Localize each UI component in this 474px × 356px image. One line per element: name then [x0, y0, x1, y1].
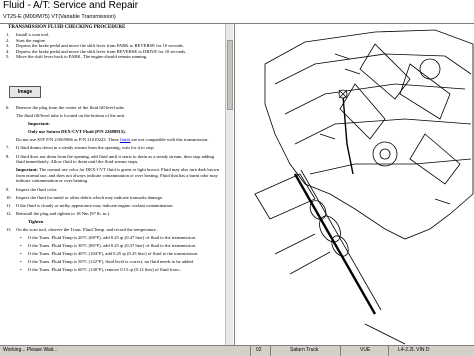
housing-ridge — [294, 118, 472, 145]
note-text: The fluid fill/level tube is located on … — [16, 113, 126, 119]
steps-list: 1. Install a scan tool. 2. Start the engin… — [6, 32, 221, 60]
scrollbar-thumb[interactable] — [227, 40, 233, 110]
list-item: 9. Inspect the fluid color. — [6, 186, 58, 192]
driveshaft-edge — [300, 169, 382, 311]
bolt-circle — [419, 58, 441, 80]
window-subtitle: VT25-E (M00/M75) VT(Variable Transmissio… — [3, 14, 116, 20]
gear-block — [399, 63, 451, 120]
status-bar: Working... Please Wait... 02 Saturn Truc… — [0, 345, 474, 356]
status-year: 02 — [256, 347, 262, 353]
list-item: 6. Remove the plug from the center of the… — [6, 105, 126, 110]
list-item: • If the Trans. Fluid Temp is 60°C (140°F… — [20, 267, 183, 273]
driveshaft — [293, 173, 377, 315]
list-item: 12. Reinstall the plug and tighten to 18 … — [6, 210, 111, 216]
status-engine: L4-2.2L VIN D — [398, 347, 430, 353]
procedure-body: 6. Remove the plug from the center of the… — [6, 105, 221, 276]
content-area: TRANSMISSION FLUID CHECKING PROCEDURE 1.… — [0, 23, 474, 346]
status-make: Saturn Truck — [290, 347, 319, 353]
important-label: Important: — [28, 121, 50, 127]
list-item: 11. If the fluid is cloudy or milky appea… — [6, 202, 174, 208]
housing-ridge — [284, 83, 466, 115]
tighten-label: Tighten — [28, 218, 44, 224]
gear-block — [409, 133, 461, 185]
image-button[interactable]: Image — [9, 86, 41, 98]
bolt-circle — [379, 148, 391, 160]
scrollbar[interactable] — [225, 24, 233, 346]
detail-lines — [319, 53, 451, 205]
subtitle-bar: VT25-E (M00/M75) VT(Variable Transmissio… — [0, 14, 474, 23]
diagram-pane — [234, 24, 474, 346]
title-bar: Fluid - A/T: Service and Repair — [0, 0, 474, 14]
window-title: Fluid - A/T: Service and Repair — [3, 0, 139, 11]
detail-lines — [364, 323, 406, 345]
bolt-circle — [372, 141, 398, 167]
important-text-2: Do not use ATF P/N 21005966 or P/N 21019… — [16, 137, 209, 143]
list-item: 8. If fluid does not drain from the openi… — [6, 153, 215, 165]
procedure-pane[interactable]: TRANSMISSION FLUID CHECKING PROCEDURE 1.… — [0, 24, 233, 346]
list-item: 10. Inspect the fluid for metal or other … — [6, 194, 164, 200]
housing-ridge — [274, 53, 472, 85]
gear-block — [359, 43, 411, 100]
fluids-link[interactable]: fluids — [120, 137, 130, 142]
status-text: Working... Please Wait... — [3, 347, 58, 353]
list-item: 13. On the scan tool, observe the Trans. … — [6, 227, 157, 232]
fill-tube — [342, 95, 354, 175]
list-item: • If the Trans. Fluid Temp is 30°C (86°F)… — [20, 243, 197, 249]
procedure-heading: TRANSMISSION FLUID CHECKING PROCEDURE — [8, 25, 126, 30]
mount-bracket — [254, 173, 316, 220]
important-text: Only use Saturn DEX-CVT Fluid (P/N 22688… — [28, 129, 126, 135]
status-model: VUE — [360, 347, 371, 353]
detail-lines — [274, 233, 331, 275]
housing-ridge — [309, 158, 472, 175]
important-note: Important: The normal use color for DEX-… — [16, 167, 220, 184]
list-item: • If the Trans. Fluid Temp is 50°C (122°F… — [20, 259, 194, 265]
transmission-diagram — [254, 29, 474, 345]
list-item: • If the Trans. Fluid Temp is 20°C (68°F)… — [20, 235, 197, 241]
list-item: 7. If fluid drains down in a steady strea… — [6, 145, 155, 151]
list-item: 5. Move the shift lever back to PARK. The… — [6, 54, 148, 60]
list-item: • If the Trans. Fluid Temp is 40°C (104°F… — [20, 251, 199, 257]
